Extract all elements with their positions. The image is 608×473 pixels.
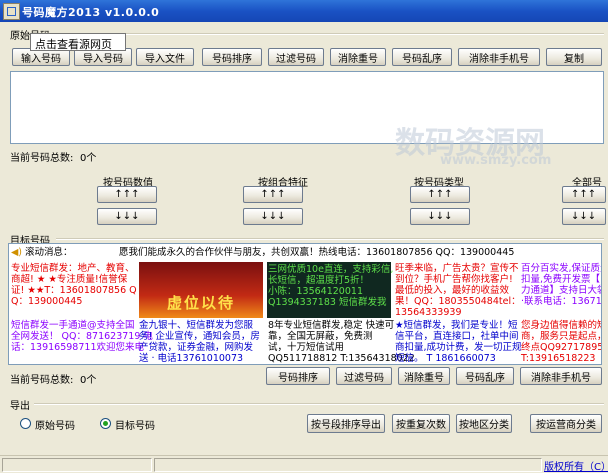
ad-col1-line: 证! ★★T：13601807856 Q <box>11 285 137 296</box>
by-value-up-button[interactable]: ↑↑↑ <box>97 186 157 203</box>
ad-col3-line: 试，十万短信试用 <box>268 342 345 353</box>
export-divider <box>34 403 604 405</box>
ad-col2-line: 产贷款，证券金融，网购发 <box>139 342 254 353</box>
ad-col1-line: 专业短信群发：地产、教育、 <box>11 263 135 274</box>
by-type-up-button[interactable]: ↑↑↑ <box>410 186 470 203</box>
export-by-segment-button[interactable]: 按号段排序导出 <box>307 414 385 433</box>
copy-button[interactable]: 复制 <box>546 48 602 66</box>
ad-col4-line: 短信。 T 1861660073 <box>395 353 496 364</box>
ad-col5-line: T:13916518223 <box>521 353 596 364</box>
ad-col5-line: 商，服务只是起点， <box>521 331 602 342</box>
ad-col2-line: 送 · 电话13761010073 <box>139 353 244 364</box>
vacancy-caption: 虚位以待 <box>166 294 235 312</box>
source-count-label: 当前号码总数: <box>10 153 74 164</box>
export-by-repeat-button[interactable]: 按重复次数 <box>392 414 450 433</box>
ad-col3-line: 8年专业短信群发,稳定 快速可 <box>268 320 395 331</box>
target-filter-button[interactable]: 过滤号码 <box>336 367 392 385</box>
ad-col3-line: 长短信，超温度打5折！ <box>268 275 370 286</box>
ad-col4-line: 13564333939 <box>395 307 462 318</box>
all-up-button[interactable]: ↑↑↑ <box>562 186 606 203</box>
radio-target-label[interactable]: 目标号码 <box>115 417 155 432</box>
remove-non-mobile-button[interactable]: 消除非手机号 <box>458 48 540 66</box>
source-divider <box>56 33 604 35</box>
by-type-down-button[interactable]: ↓↓↓ <box>410 208 470 225</box>
ad-col4-line: 果！QQ：1803550484tel： <box>395 296 521 307</box>
target-shuffle-button[interactable]: 号码乱序 <box>456 367 514 385</box>
ad-col5-line: 百分百实发,保证质量 <box>521 263 602 274</box>
by-feature-up-button[interactable]: ↑↑↑ <box>243 186 303 203</box>
title-bar: 号码魔方2013 v1.0.0.0 <box>0 0 608 22</box>
ad-col4-line: 最低的投入，最好的收益效 <box>395 285 510 296</box>
ad-col4-line: ★短信群发，我们是专业！短 <box>395 320 518 331</box>
ad-col3-line: 靠，全国无屏蔽，免费测 <box>268 331 373 342</box>
remove-duplicates-button[interactable]: 消除重号 <box>330 48 386 66</box>
export-by-region-button[interactable]: 按地区分类 <box>456 414 512 433</box>
ad-col3-line: QQ511718812 T:13564318022 <box>268 353 415 364</box>
ticker-header: ◀) 滚动消息： <box>11 247 73 258</box>
sort-numbers-button[interactable]: 号码排序 <box>202 48 262 66</box>
shuffle-numbers-button[interactable]: 号码乱序 <box>392 48 452 66</box>
ad-col2-line: 金九银十、短信群发为您服 <box>139 320 254 331</box>
status-cell-1 <box>2 458 152 472</box>
tooltip: 点击查看源网页 <box>30 33 126 51</box>
by-value-down-button[interactable]: ↓↓↓ <box>97 208 157 225</box>
ad-col1-line: Q：139000445 <box>11 296 83 307</box>
target-remove-duplicates-button[interactable]: 消除重号 <box>398 367 450 385</box>
ad-col2-line: 务! 企业宣传，通知会员，房 <box>139 331 260 342</box>
ad-col5-line: 您身边值得信赖的短信 <box>521 320 601 331</box>
target-divider <box>56 238 604 240</box>
ad-col4-line: 商扣量,成功计费，发一切正规 <box>395 342 522 353</box>
ticker-text: 愿我们能成永久的合作伙伴与朋友，共创双赢！热线电话：13601807856 QQ… <box>119 247 515 258</box>
ad-banner-area[interactable]: ◀) 滚动消息： 愿我们能成永久的合作伙伴与朋友，共创双赢！热线电话：13601… <box>8 243 602 365</box>
target-count-label: 当前号码总数: <box>10 375 74 386</box>
target-remove-non-mobile-button[interactable]: 消除非手机号 <box>520 367 602 385</box>
ad-col5-line: 力通道】支持日大袋 <box>521 285 602 296</box>
target-sort-button[interactable]: 号码排序 <box>266 367 330 385</box>
all-down-button[interactable]: ↓↓↓ <box>562 208 606 225</box>
ticker-header-text: 滚动消息： <box>25 247 73 258</box>
ad-col1-line: 商超! ★ ★专注质量!信誉保 <box>11 274 128 285</box>
watermark-url: www.smzy.com <box>440 153 552 168</box>
radio-target[interactable] <box>100 418 111 429</box>
ad-col1-line: 全网发送！ QQ：871623719 电 <box>11 331 153 342</box>
vacancy-banner-image[interactable]: 虚位以待 <box>139 262 263 318</box>
export-section-title: 导出 <box>10 401 30 412</box>
ad-col4-line: 到位？手机广告帮你找客户! <box>395 274 513 285</box>
status-bar: 版权所有（C） <box>0 455 608 473</box>
import-file-button[interactable]: 导入文件 <box>136 48 194 66</box>
ad-col1-line: 话：13916598711欢迎您来电 <box>11 342 144 353</box>
ad-col4-line: 旺季来临，广告太贵？宣传不 <box>395 263 519 274</box>
target-count-value: 0个 <box>80 375 97 386</box>
ad-col5-line: 扣量,免费开发票【 1 <box>521 274 602 285</box>
window-title: 号码魔方2013 v1.0.0.0 <box>22 6 160 19</box>
app-icon <box>3 3 20 20</box>
radio-source[interactable] <box>20 418 31 429</box>
by-feature-down-button[interactable]: ↓↓↓ <box>243 208 303 225</box>
ad-col5-line: 终点QQ927178959 <box>521 342 602 353</box>
filter-numbers-button[interactable]: 过滤号码 <box>268 48 324 66</box>
ad-col3-line: 小陈：13564120011 <box>268 286 363 297</box>
source-count-value: 0个 <box>80 153 97 164</box>
ad-col3-line: Q1394337183 短信群发我 <box>268 297 387 308</box>
ad-col3-line: 三网优质10e直连，支持彩信, <box>268 264 394 275</box>
ad-col4-line: 信平台，直连接口，社单中间 <box>395 331 519 342</box>
speaker-icon: ◀) <box>11 247 23 258</box>
radio-source-label[interactable]: 原始号码 <box>35 417 75 432</box>
export-by-carrier-button[interactable]: 按运营商分类 <box>530 414 602 433</box>
ad-col5-line: ·联系电话：13671801 <box>521 296 602 307</box>
status-cell-2 <box>154 458 542 472</box>
ad-col1-line: 短信群发一手通道@支持全国 <box>11 320 135 331</box>
